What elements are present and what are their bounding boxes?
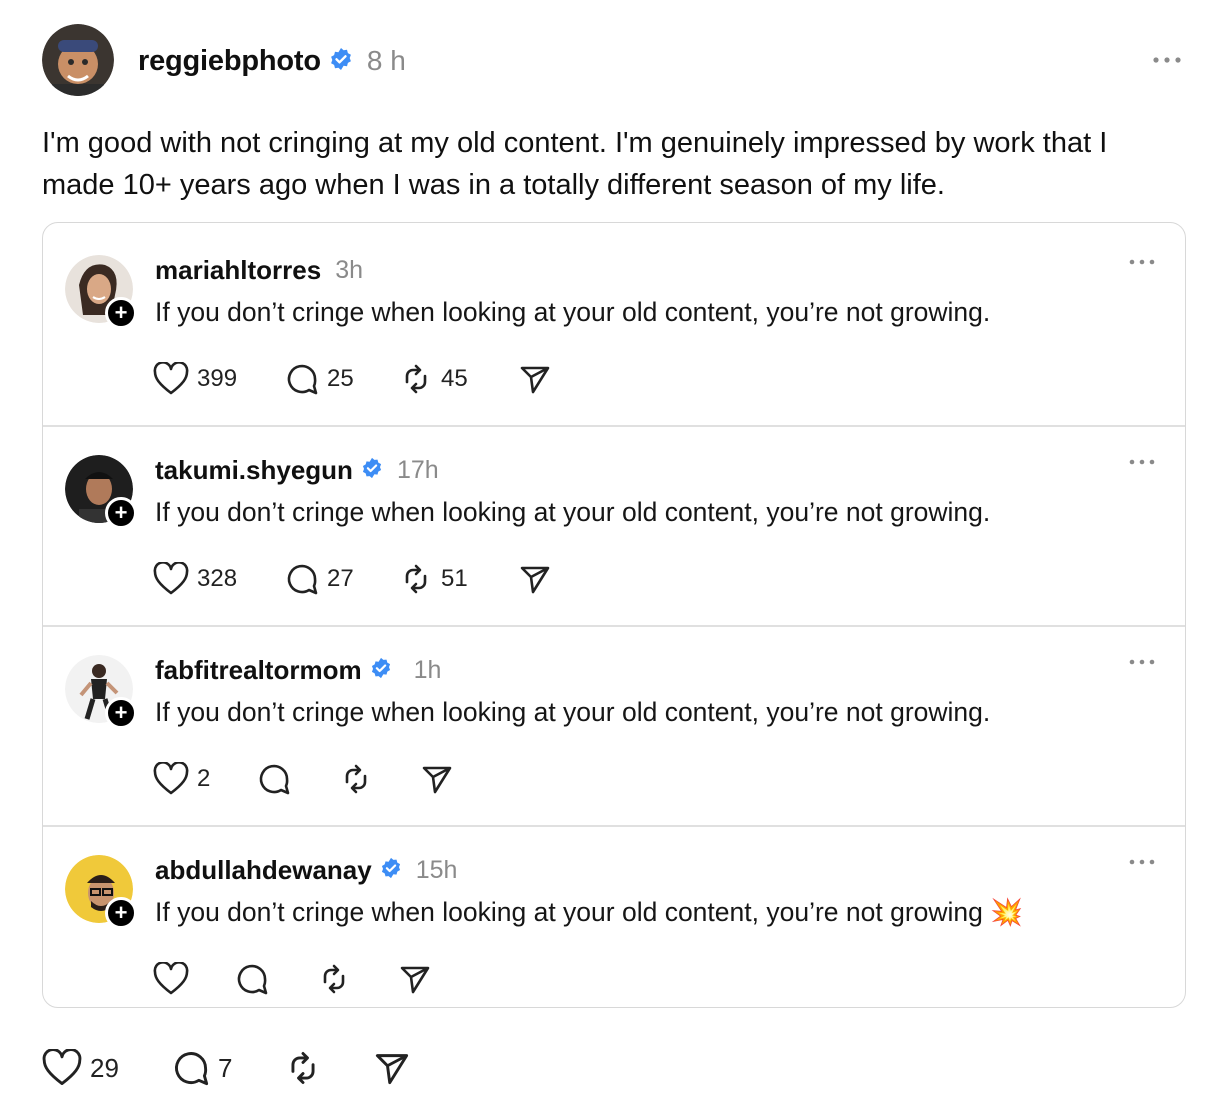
send-icon xyxy=(520,566,550,594)
heart-icon xyxy=(42,1049,82,1085)
reply-text: If you don’t cringe when looking at your… xyxy=(155,497,991,527)
post-author-row: reggiebphoto 8 h xyxy=(138,42,406,80)
reply-text: If you don’t cringe when looking at your… xyxy=(155,297,991,327)
comment-button[interactable] xyxy=(257,762,339,796)
quoted-replies-card: + mariahltorres 3h If you don’t cringe w… xyxy=(42,222,1186,1008)
follow-plus-icon[interactable]: + xyxy=(105,297,137,329)
follow-plus-icon[interactable]: + xyxy=(105,697,137,729)
send-icon xyxy=(400,966,430,994)
more-icon[interactable] xyxy=(1152,56,1182,64)
reply-item[interactable]: + mariahltorres 3h If you don’t cringe w… xyxy=(43,223,1185,423)
share-button[interactable] xyxy=(421,763,453,795)
comment-button[interactable]: 25 xyxy=(285,362,399,396)
reply-item[interactable]: + takumi.shyegun 17h If you don’t cringe… xyxy=(43,423,1185,623)
share-button[interactable] xyxy=(519,563,551,595)
repost-count: 51 xyxy=(441,565,468,592)
post-timestamp: 8 h xyxy=(366,45,406,76)
author-avatar[interactable] xyxy=(42,24,114,96)
reply-actions: 2 xyxy=(153,759,453,799)
like-button[interactable] xyxy=(153,962,235,996)
send-icon xyxy=(422,766,452,794)
comment-icon xyxy=(237,964,268,995)
repost-count: 45 xyxy=(441,365,468,392)
reply-item[interactable]: + fabfitrealtormom 1h If you don’t cring… xyxy=(43,623,1185,823)
comment-icon xyxy=(287,364,318,395)
reply-actions: 328 27 51 xyxy=(153,559,551,599)
comment-count: 7 xyxy=(218,1052,233,1083)
reply-author-row: fabfitrealtormom 1h xyxy=(155,653,441,687)
share-button[interactable] xyxy=(519,363,551,395)
reply-item[interactable]: + abdullahdewanay 15h If you don’t cring… xyxy=(43,823,1185,1023)
reply-timestamp: 3h xyxy=(335,255,363,284)
more-icon[interactable] xyxy=(1129,259,1155,265)
follow-plus-icon[interactable]: + xyxy=(105,497,137,529)
reply-username[interactable]: mariahltorres xyxy=(155,255,321,286)
repost-button[interactable]: 45 xyxy=(399,362,519,396)
repost-icon xyxy=(323,964,345,994)
like-button[interactable]: 29 xyxy=(42,1049,172,1087)
reply-actions xyxy=(153,959,431,999)
repost-button[interactable]: 51 xyxy=(399,562,519,596)
comment-button[interactable]: 27 xyxy=(285,562,399,596)
repost-icon xyxy=(345,764,367,794)
repost-icon xyxy=(405,364,427,394)
repost-icon xyxy=(405,564,427,594)
post-actions: 29 7 xyxy=(42,1046,410,1090)
verified-badge-icon xyxy=(370,657,392,684)
like-button[interactable]: 399 xyxy=(153,362,285,396)
reply-author-row: takumi.shyegun 17h xyxy=(155,453,439,487)
comment-button[interactable]: 7 xyxy=(172,1049,284,1087)
repost-button[interactable] xyxy=(284,1049,374,1087)
follow-plus-icon[interactable]: + xyxy=(105,897,137,929)
heart-icon xyxy=(153,362,189,395)
repost-button[interactable] xyxy=(339,762,421,796)
reply-username[interactable]: fabfitrealtormom xyxy=(155,655,362,686)
author-username[interactable]: reggiebphoto xyxy=(138,45,321,78)
heart-icon xyxy=(153,562,189,595)
like-count: 399 xyxy=(197,365,238,392)
repost-button[interactable] xyxy=(317,962,399,996)
like-button[interactable]: 328 xyxy=(153,562,285,596)
verified-badge-icon xyxy=(329,47,353,76)
more-icon[interactable] xyxy=(1129,459,1155,465)
reply-actions: 399 25 45 xyxy=(153,359,551,399)
verified-badge-icon xyxy=(361,457,383,484)
reply-author-row: abdullahdewanay 15h xyxy=(155,853,457,887)
send-icon xyxy=(520,366,550,394)
heart-icon xyxy=(153,762,189,795)
reply-timestamp: 1h xyxy=(413,655,442,684)
post-text: I'm good with not cringing at my old con… xyxy=(42,127,1108,201)
comment-button[interactable] xyxy=(235,962,317,996)
like-count: 328 xyxy=(197,565,238,592)
reply-username[interactable]: takumi.shyegun xyxy=(155,455,353,486)
comment-icon xyxy=(287,564,318,595)
reply-text: If you don’t cringe when looking at your… xyxy=(155,897,1024,927)
like-count: 29 xyxy=(90,1052,119,1083)
reply-text: If you don’t cringe when looking at your… xyxy=(155,697,991,727)
more-icon[interactable] xyxy=(1129,659,1155,665)
reply-username[interactable]: abdullahdewanay xyxy=(155,855,372,886)
heart-icon xyxy=(153,962,189,995)
comment-icon xyxy=(259,764,290,795)
reply-timestamp: 17h xyxy=(396,455,439,484)
share-button[interactable] xyxy=(374,1050,410,1086)
comment-icon xyxy=(175,1052,209,1086)
send-icon xyxy=(375,1054,409,1085)
reply-timestamp: 15h xyxy=(415,855,458,884)
like-button[interactable]: 2 xyxy=(153,762,257,796)
comment-count: 25 xyxy=(327,365,354,392)
share-button[interactable] xyxy=(399,963,431,995)
more-icon[interactable] xyxy=(1129,859,1155,865)
repost-icon xyxy=(291,1052,315,1084)
verified-badge-icon xyxy=(380,857,402,884)
reply-author-row: mariahltorres 3h xyxy=(155,253,363,287)
like-count: 2 xyxy=(197,765,211,792)
comment-count: 27 xyxy=(327,565,354,592)
